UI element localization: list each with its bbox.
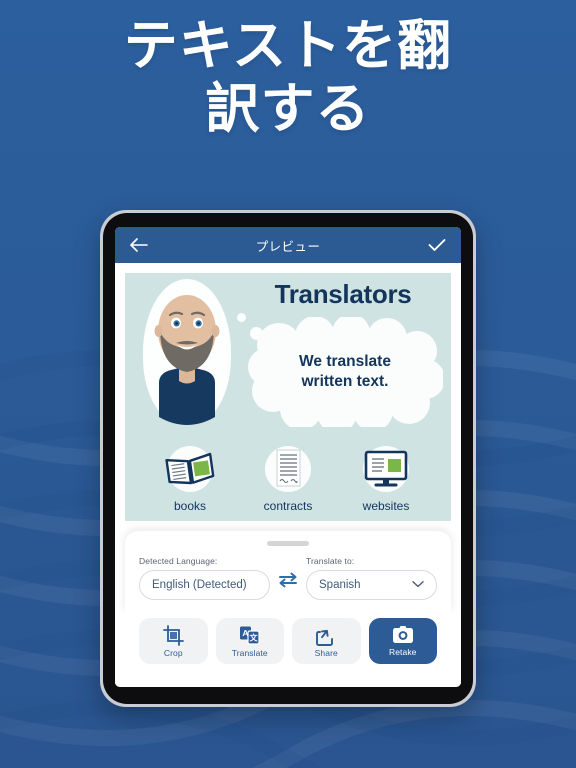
translate-button[interactable]: A 文 Translate bbox=[215, 618, 284, 664]
headline-line-2: 訳する bbox=[205, 77, 371, 141]
source-language-select[interactable]: English (Detected) bbox=[139, 570, 270, 600]
share-button[interactable]: Share bbox=[292, 618, 361, 664]
source-language-value: English (Detected) bbox=[152, 579, 247, 591]
svg-text:文: 文 bbox=[250, 632, 259, 642]
app-content: Translators We translate written text. b… bbox=[115, 263, 461, 687]
target-language-value: Spanish bbox=[319, 579, 361, 591]
bubble-line-1: We translate bbox=[299, 352, 391, 370]
drag-handle[interactable] bbox=[267, 541, 309, 546]
target-language-select[interactable]: Spanish bbox=[306, 570, 437, 600]
feature-icon-row: books contracts websites bbox=[125, 443, 451, 513]
retake-button[interactable]: Retake bbox=[368, 618, 437, 664]
camera-icon bbox=[392, 625, 414, 645]
back-arrow-icon[interactable] bbox=[128, 234, 150, 256]
action-label: Crop bbox=[163, 647, 183, 658]
chevron-down-icon bbox=[412, 579, 424, 591]
feature-label: contracts bbox=[263, 499, 313, 513]
tablet-device-frame: プレビュー Translators We translate written t… bbox=[100, 210, 476, 707]
headline-line-1: テキストを翻 bbox=[123, 14, 453, 77]
checkmark-icon[interactable] bbox=[426, 234, 448, 256]
feature-label: books bbox=[173, 499, 207, 513]
illustration-title: Translators bbox=[274, 279, 412, 309]
action-label: Retake bbox=[388, 647, 417, 657]
action-toolbar: Crop A 文 Translate Share Retake bbox=[125, 612, 451, 674]
target-language-group: Translate to: Spanish bbox=[306, 556, 437, 600]
headline: テキストを翻 訳する bbox=[0, 14, 576, 140]
source-language-label: Detected Language: bbox=[139, 556, 218, 566]
action-label: Share bbox=[314, 647, 338, 658]
tablet-bezel: プレビュー Translators We translate written t… bbox=[103, 213, 473, 704]
feature-websites: websites bbox=[340, 443, 432, 513]
open-book-icon bbox=[165, 452, 215, 485]
crop-image-icon bbox=[162, 624, 184, 646]
feature-books: books bbox=[144, 443, 236, 513]
app-header-title: プレビュー bbox=[255, 238, 321, 254]
share-icon bbox=[315, 625, 337, 646]
illustration-top: Translators We translate written text. bbox=[125, 273, 451, 445]
bubble-line-2: written text. bbox=[301, 373, 389, 390]
translate-icon: A 文 bbox=[239, 625, 260, 646]
thought-bubble-text: We translate written text. bbox=[247, 317, 443, 427]
crop-button[interactable]: Crop bbox=[139, 618, 208, 664]
swap-arrows-icon[interactable] bbox=[277, 571, 299, 600]
app-store-screenshot: テキストを翻 訳する プレビュー Translators We translat… bbox=[0, 0, 576, 768]
thought-bubble: We translate written text. bbox=[247, 317, 443, 427]
source-language-group: Detected Language: English (Detected) bbox=[139, 556, 270, 600]
tablet-screen: プレビュー Translators We translate written t… bbox=[115, 227, 461, 687]
monitor-icon bbox=[364, 450, 408, 487]
app-header: プレビュー bbox=[115, 227, 461, 263]
captured-image-preview[interactable]: Translators We translate written text. b… bbox=[125, 273, 451, 521]
action-label: Translate bbox=[231, 647, 268, 658]
target-language-label: Translate to: bbox=[306, 556, 355, 566]
language-selector-panel: Detected Language: English (Detected) Tr… bbox=[125, 531, 451, 612]
thought-dot-small bbox=[237, 313, 246, 322]
bearded-man-avatar bbox=[139, 279, 235, 425]
feature-label: websites bbox=[362, 499, 410, 513]
document-icon bbox=[276, 449, 301, 487]
feature-contracts: contracts bbox=[242, 443, 334, 513]
